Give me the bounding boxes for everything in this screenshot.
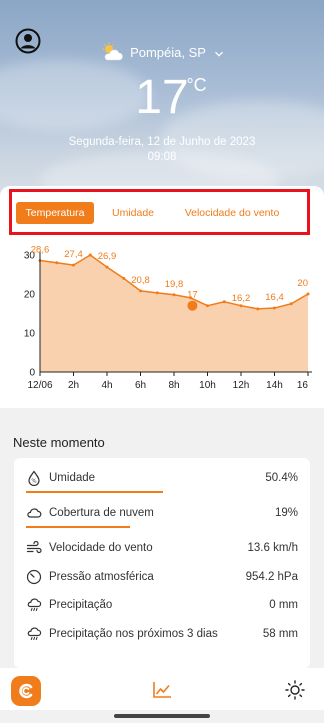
cloud-icon	[26, 505, 42, 521]
temperature-unit: °C	[186, 75, 207, 95]
chart-svg: 010203012/06 2h 4h 6h 8h 10h 12h 14h 1628,6 27,4 2…	[24, 244, 312, 391]
chevron-down-icon	[214, 47, 224, 57]
stat-label: Velocidade do vento	[49, 542, 153, 554]
chart-data-label-0: 28,6	[31, 245, 50, 255]
chart-point-13	[256, 307, 260, 311]
chart-current-marker	[187, 300, 198, 311]
gauge-icon	[26, 569, 42, 585]
rain-icon	[26, 597, 42, 613]
chart-y-tick-label-2: 20	[24, 290, 36, 301]
location-name: Pompéia, SP	[130, 44, 206, 60]
stat-label: Pressão atmosférica	[49, 571, 154, 583]
chart-data-label-8: 20	[297, 278, 308, 289]
app-logo-icon[interactable]	[11, 676, 41, 706]
chart-x-tick-label-8: 16	[297, 380, 309, 391]
home-indicator	[114, 714, 210, 718]
humidity-icon: %	[26, 470, 42, 487]
chart-data-label-5: 17	[187, 290, 198, 301]
temperature-value: 17	[135, 71, 189, 124]
chart-point-1	[55, 261, 59, 265]
chart-point-16	[306, 292, 310, 296]
stat-row-wind-speed: Velocidade do vento 13.6 km/h	[26, 537, 298, 559]
chart-data-label-7: 16,4	[265, 292, 284, 303]
location-selector[interactable]: Pompéia, SP	[0, 42, 324, 62]
chart-x-tick-label-1: 2h	[68, 380, 79, 391]
chart-data-label-1: 27,4	[64, 249, 83, 260]
chart-point-6	[139, 289, 142, 293]
chart-x-tick-label-0: 12/06	[27, 380, 52, 391]
wind-icon	[26, 540, 42, 556]
bottom-navigation	[0, 668, 324, 710]
chart-y-tick-label-1: 10	[24, 329, 36, 340]
stat-row-humidity: % Umidade 50.4%	[26, 467, 298, 489]
stat-label: Precipitação	[49, 599, 113, 611]
cloud-cover-underline	[26, 526, 130, 528]
chart-point-5	[122, 276, 126, 280]
chart-x-tick-label-5: 10h	[199, 380, 216, 391]
chart-x-tick-label-6: 12h	[233, 380, 250, 391]
tab-wind-speed[interactable]: Velocidade do vento	[176, 202, 288, 224]
svg-text:%: %	[31, 478, 36, 484]
chart-x-tick-label-7: 14h	[266, 380, 283, 391]
temperature-chart[interactable]: 0 10 20 30 12/06 2h 4h 6h 8h 10h 12h 14h 16 28,6 27,4 2…	[18, 244, 318, 393]
chart-point-10	[206, 304, 209, 308]
rain-icon	[26, 626, 42, 642]
chart-point-7	[155, 291, 159, 295]
chart-point-4	[105, 265, 109, 269]
chart-point-15	[289, 302, 293, 306]
chart-point-11	[222, 300, 226, 304]
tab-temperature[interactable]: Temperatura	[16, 202, 94, 224]
chart-point-12	[239, 304, 243, 308]
stat-row-cloud-cover: Cobertura de nuvem 19%	[26, 502, 298, 524]
chart-icon[interactable]	[152, 681, 172, 699]
current-conditions-card: % Umidade 50.4% Cobertura de nuvem 19% V…	[14, 458, 310, 668]
chart-x-tick-label-2: 4h	[101, 380, 112, 391]
current-temperature: 17 °C	[0, 74, 324, 122]
humidity-underline	[26, 491, 163, 493]
partly-cloudy-icon	[100, 42, 124, 62]
stat-row-pressure: Pressão atmosférica 954.2 hPa	[26, 566, 298, 588]
current-date: Segunda-feira, 12 de Junho de 2023	[68, 136, 256, 148]
chart-area-fill	[40, 255, 308, 372]
chart-y-tick-label-0: 0	[29, 368, 35, 379]
stat-value: 0 mm	[269, 599, 298, 611]
chart-data-label-2: 26,9	[98, 251, 117, 262]
stat-value: 50.4%	[265, 472, 298, 484]
section-title-now: Neste momento	[13, 435, 105, 450]
chart-point-14	[273, 306, 276, 310]
stat-value: 19%	[274, 507, 298, 519]
stat-label: Umidade	[49, 472, 96, 484]
stat-label: Cobertura de nuvem	[49, 507, 154, 519]
chart-x-tick-label-3: 6h	[135, 380, 146, 391]
chart-x-tick-label-4: 8h	[168, 380, 179, 391]
chart-data-label-3: 20,8	[131, 275, 150, 286]
current-time: 09:08	[147, 151, 177, 163]
chart-data-label-4: 19,8	[165, 279, 184, 290]
stat-value: 13.6 km/h	[247, 542, 299, 554]
chart-point-2	[72, 263, 75, 267]
chart-data-label-6: 16,2	[232, 293, 251, 304]
stat-label: Precipitação nos próximos 3 dias	[49, 628, 218, 640]
chart-point-8	[172, 293, 176, 297]
stat-row-precipitation: Precipitação 0 mm	[26, 594, 298, 616]
stat-value: 954.2 hPa	[245, 571, 298, 583]
chart-point-3	[88, 253, 92, 257]
stat-value: 58 mm	[262, 628, 298, 640]
sun-icon[interactable]	[285, 680, 305, 700]
tab-humidity[interactable]: Umidade	[104, 202, 162, 224]
stat-row-precipitation-3-days: Precipitação nos próximos 3 dias 58 mm	[26, 623, 298, 645]
